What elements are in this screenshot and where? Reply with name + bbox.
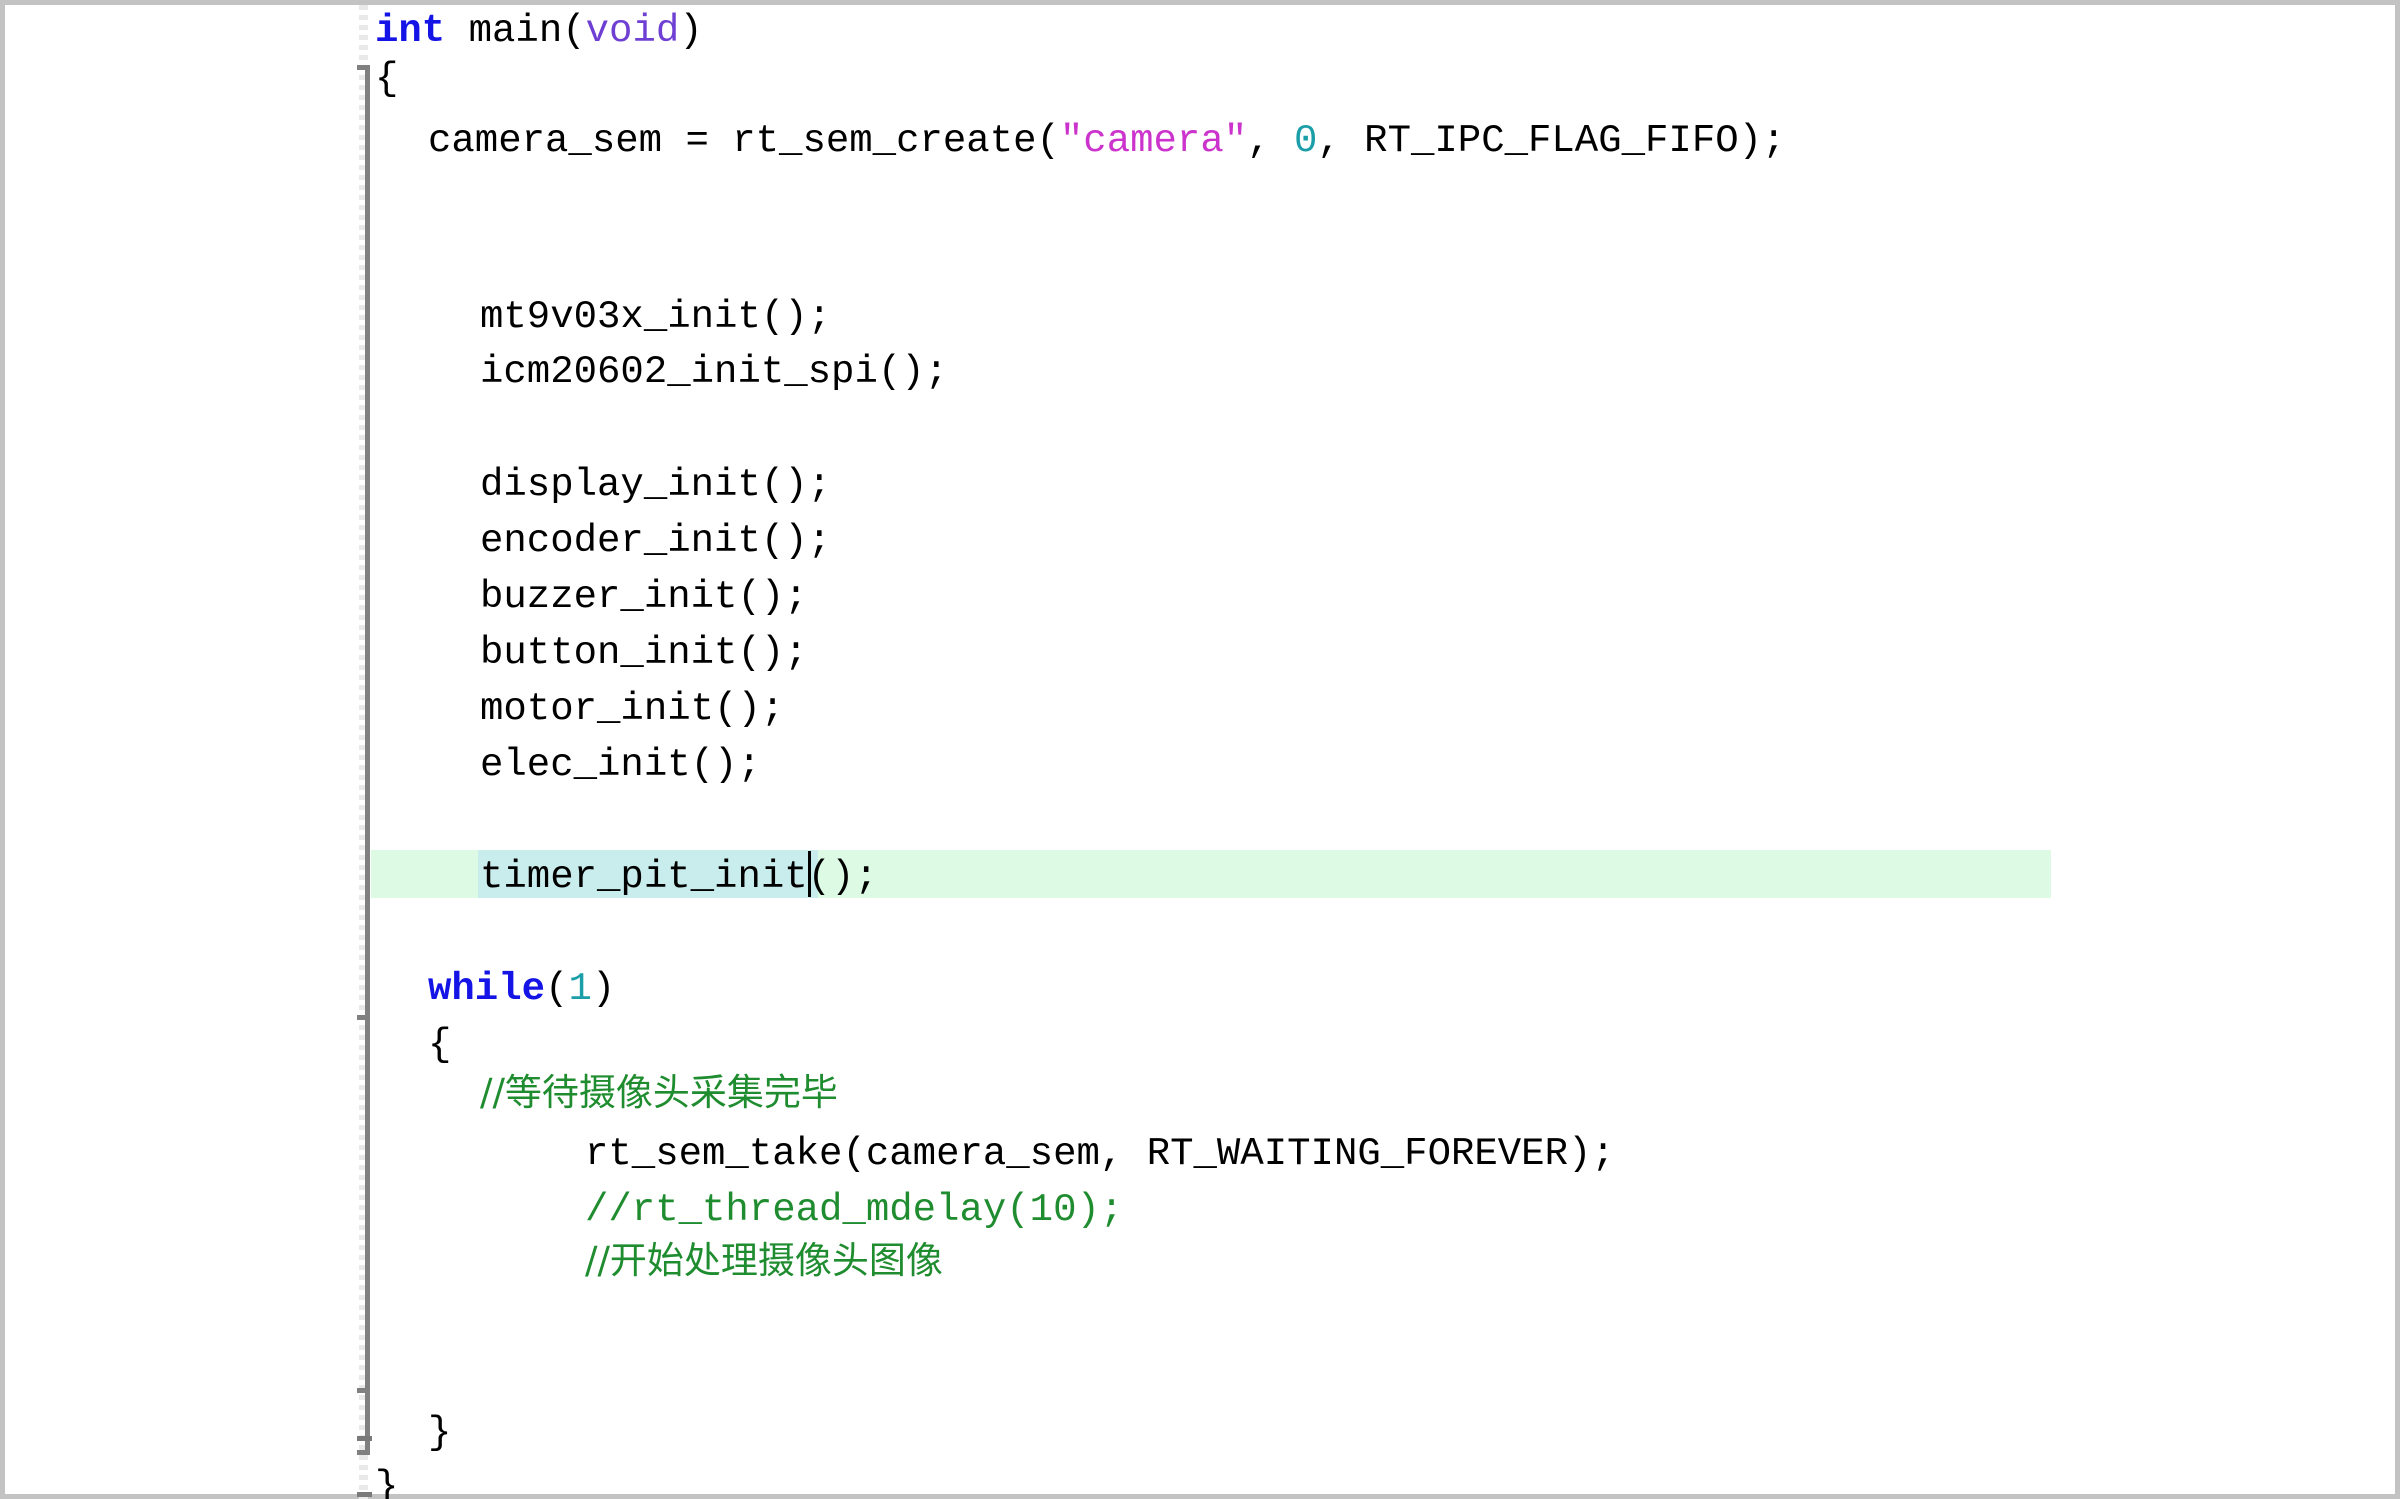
line-blank-1[interactable] bbox=[5, 165, 451, 213]
line-button-init[interactable]: button_init(); bbox=[5, 629, 808, 677]
code-token-id: rt_sem_take bbox=[585, 1132, 843, 1176]
line-display-init[interactable]: display_init(); bbox=[5, 461, 831, 509]
code-token-id: main bbox=[445, 9, 563, 53]
line-blank-2[interactable] bbox=[5, 213, 451, 261]
line-blank-4[interactable] bbox=[5, 1349, 608, 1397]
code-token-pun: (); bbox=[877, 350, 949, 394]
code-token-pun: (); bbox=[760, 463, 832, 507]
line-close-brace-main[interactable]: } bbox=[5, 1463, 398, 1499]
code-token-pun: ( bbox=[842, 1132, 866, 1176]
code-token-id: elec_init bbox=[480, 743, 691, 787]
code-token-id: camera_sem = rt_sem_create bbox=[428, 119, 1037, 163]
line-motor-init[interactable]: motor_init(); bbox=[5, 685, 784, 733]
line-blank-3[interactable] bbox=[5, 1293, 608, 1341]
code-token-pun: (); bbox=[807, 855, 878, 899]
code-token-kw: while bbox=[428, 967, 546, 1011]
line-open-brace-main[interactable]: { bbox=[5, 55, 398, 103]
code-token-id: motor_init bbox=[480, 687, 715, 731]
code-token-id: icm20602_init_spi bbox=[480, 350, 878, 394]
line-icm20602-init-spi[interactable]: icm20602_init_spi(); bbox=[5, 348, 948, 396]
line-camera-sem-create[interactable]: camera_sem = rt_sem_create("camera", 0, … bbox=[5, 117, 1785, 165]
code-token-pun: ); bbox=[1738, 119, 1786, 163]
code-token-pun: } bbox=[428, 1411, 452, 1455]
code-token-pun: { bbox=[428, 1023, 452, 1067]
code-token-pun: } bbox=[375, 1465, 399, 1499]
code-token-id: button_init bbox=[480, 631, 738, 675]
code-token-pun: (); bbox=[714, 687, 785, 731]
code-editor-window[interactable]: int main(void){camera_sem = rt_sem_creat… bbox=[0, 0, 2400, 1499]
code-token-id: timer_pit_init bbox=[480, 855, 808, 899]
code-token-pun: { bbox=[375, 57, 399, 101]
code-token-com: //开始处理摄像头图像 bbox=[585, 1239, 943, 1282]
line-comment-mdelay[interactable]: //rt_thread_mdelay(10); bbox=[5, 1186, 1123, 1234]
code-token-id: display_init bbox=[480, 463, 761, 507]
code-token-type: void bbox=[585, 9, 680, 53]
code-token-id: mt9v03x_init bbox=[480, 295, 761, 339]
code-token-pun: ( bbox=[545, 967, 569, 1011]
code-token-pun: , bbox=[1099, 1132, 1147, 1176]
code-token-pun: ( bbox=[562, 9, 586, 53]
code-token-id: buzzer_init bbox=[480, 575, 738, 619]
code-token-pun: (); bbox=[760, 295, 832, 339]
code-token-pun: (); bbox=[737, 575, 808, 619]
code-token-macro: RT_WAITING_FOREVER bbox=[1146, 1132, 1568, 1176]
line-timer-pit-init[interactable]: timer_pit_init(); bbox=[5, 853, 878, 901]
line-buzzer-init[interactable]: buzzer_init(); bbox=[5, 573, 808, 621]
code-token-pun: ( bbox=[1036, 119, 1060, 163]
line-encoder-init[interactable]: encoder_init(); bbox=[5, 517, 831, 565]
line-comment-wait-camera[interactable]: //等待摄像头采集完毕 bbox=[5, 1069, 838, 1119]
line-rt-sem-take[interactable]: rt_sem_take(camera_sem, RT_WAITING_FOREV… bbox=[5, 1130, 1615, 1178]
code-token-kw: int bbox=[375, 9, 446, 53]
code-token-macro: RT_IPC_FLAG_FIFO bbox=[1364, 119, 1739, 163]
code-token-pun: (); bbox=[737, 631, 808, 675]
line-int-main[interactable]: int main(void) bbox=[5, 7, 703, 55]
code-token-pun: (); bbox=[760, 519, 832, 563]
code-token-pun: , bbox=[1317, 119, 1365, 163]
line-elec-init[interactable]: elec_init(); bbox=[5, 741, 761, 789]
code-token-com: //等待摄像头采集完毕 bbox=[480, 1071, 838, 1114]
line-close-brace-while[interactable]: } bbox=[5, 1409, 451, 1457]
code-token-id: encoder_init bbox=[480, 519, 761, 563]
code-token-num: 0 bbox=[1293, 119, 1318, 163]
code-token-pun: ) bbox=[591, 967, 616, 1011]
code-token-num: 1 bbox=[568, 967, 592, 1011]
code-token-pun: ) bbox=[679, 9, 703, 53]
code-surface[interactable]: int main(void){camera_sem = rt_sem_creat… bbox=[5, 5, 2400, 1499]
line-while-1[interactable]: while(1) bbox=[5, 965, 615, 1013]
code-token-str: "camera" bbox=[1059, 119, 1248, 163]
code-token-pun: ); bbox=[1568, 1132, 1615, 1176]
code-token-pun: , bbox=[1247, 119, 1294, 163]
line-mt9v03x-init[interactable]: mt9v03x_init(); bbox=[5, 293, 831, 341]
line-open-brace-while[interactable]: { bbox=[5, 1021, 451, 1069]
code-token-com: //rt_thread_mdelay(10); bbox=[585, 1188, 1124, 1232]
code-token-pun: (); bbox=[690, 743, 761, 787]
line-comment-start-process[interactable]: //开始处理摄像头图像 bbox=[5, 1237, 943, 1287]
code-token-id: camera_sem bbox=[865, 1132, 1100, 1176]
